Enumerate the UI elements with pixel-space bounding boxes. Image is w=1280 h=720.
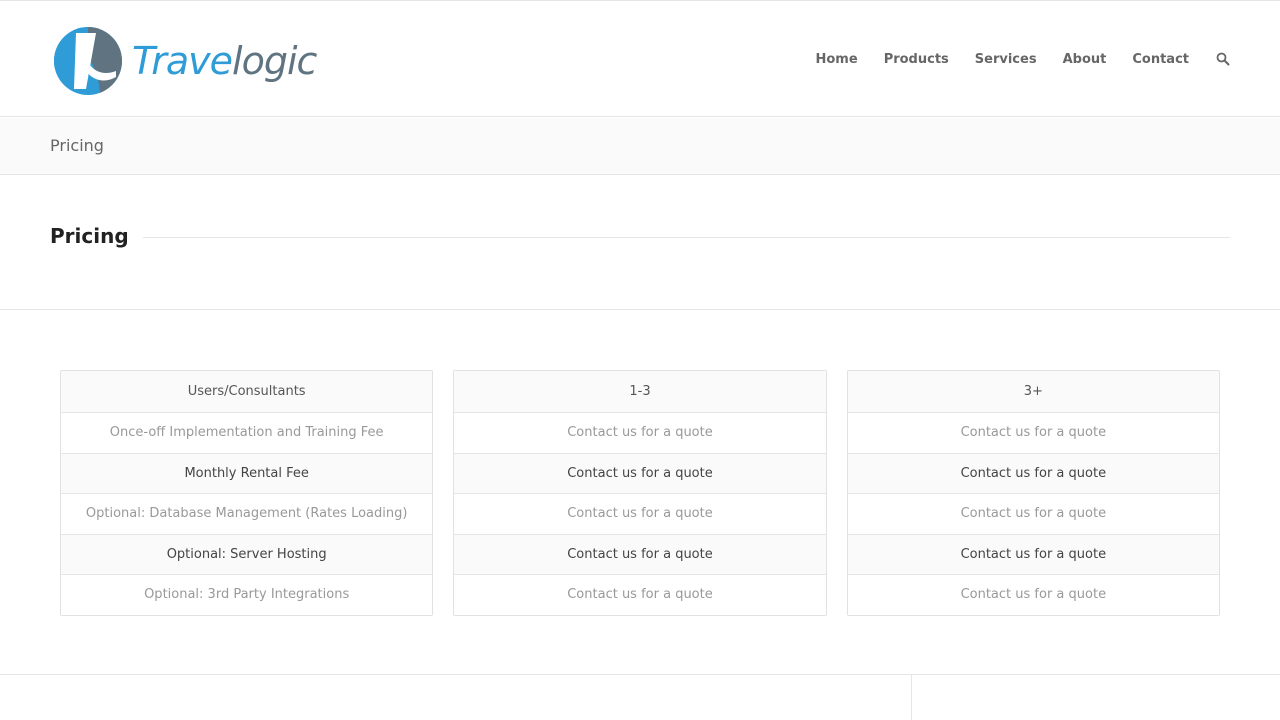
column-header: Users/Consultants	[61, 371, 433, 412]
page-title: Pricing	[50, 224, 143, 248]
table-cell: Optional: Server Hosting	[61, 533, 433, 574]
pricing-column-1-3: 1-3 Contact us for a quote Contact us fo…	[453, 370, 827, 616]
pricing-table: Users/Consultants Once-off Implementatio…	[60, 370, 1220, 616]
nav-home[interactable]: Home	[803, 52, 871, 67]
table-cell: Optional: 3rd Party Integrations	[61, 574, 433, 615]
travelogic-logo[interactable]: Travelogic	[52, 23, 332, 99]
nav-about[interactable]: About	[1050, 52, 1120, 67]
breadcrumb-title: Pricing	[50, 136, 104, 155]
footer-divider	[0, 674, 1280, 675]
main-nav: Home Products Services About Contact	[803, 1, 1231, 117]
logo-wordmark: Travelogic	[132, 39, 317, 83]
logo-mark-icon	[54, 27, 122, 95]
nav-products[interactable]: Products	[871, 52, 962, 67]
table-cell: Contact us for a quote	[847, 452, 1219, 493]
column-header: 3+	[847, 371, 1219, 412]
pricing-column-3-plus: 3+ Contact us for a quote Contact us for…	[846, 370, 1220, 616]
footer-column-divider	[911, 675, 912, 720]
table-cell: Contact us for a quote	[847, 533, 1219, 574]
site-header: Travelogic Home Products Services About …	[0, 1, 1280, 117]
table-cell: Contact us for a quote	[847, 574, 1219, 615]
table-cell: Contact us for a quote	[454, 493, 826, 534]
table-cell: Contact us for a quote	[454, 452, 826, 493]
table-cell: Contact us for a quote	[454, 574, 826, 615]
search-icon[interactable]	[1202, 52, 1230, 66]
table-cell: Contact us for a quote	[847, 412, 1219, 453]
table-cell: Contact us for a quote	[454, 412, 826, 453]
pricing-column-users: Users/Consultants Once-off Implementatio…	[60, 370, 434, 616]
column-header: 1-3	[454, 371, 826, 412]
table-cell: Contact us for a quote	[454, 533, 826, 574]
breadcrumb-bar: Pricing	[0, 118, 1280, 175]
table-cell: Monthly Rental Fee	[61, 452, 433, 493]
table-cell: Once-off Implementation and Training Fee	[61, 412, 433, 453]
table-cell: Contact us for a quote	[847, 493, 1219, 534]
table-cell: Optional: Database Management (Rates Loa…	[61, 493, 433, 534]
nav-services[interactable]: Services	[962, 52, 1050, 67]
nav-contact[interactable]: Contact	[1119, 52, 1202, 67]
heading-divider	[130, 237, 1230, 238]
heading-section: Pricing	[0, 175, 1280, 310]
